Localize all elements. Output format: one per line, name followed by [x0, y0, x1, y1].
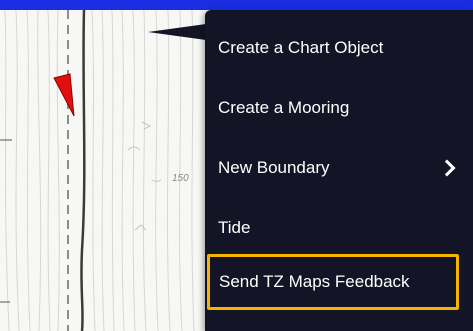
menu-item-label: Send TZ Maps Feedback: [219, 272, 410, 291]
menu-item-label: Tide: [218, 218, 251, 237]
menu-item-tide[interactable]: Tide: [205, 198, 473, 258]
boat-icon[interactable]: [50, 72, 80, 120]
menu-item-label: Create a Mooring: [218, 98, 350, 117]
top-title-bar: [0, 0, 473, 10]
chevron-right-icon: [438, 159, 456, 177]
menu-item-new-boundary[interactable]: New Boundary: [205, 138, 473, 198]
menu-item-send-feedback[interactable]: Send TZ Maps Feedback: [207, 254, 459, 310]
menu-pointer: [148, 24, 206, 40]
depth-sounding-label: 150: [172, 173, 189, 184]
menu-item-create-mooring[interactable]: Create a Mooring: [205, 78, 473, 138]
context-menu: Create a Chart Object Create a Mooring N…: [205, 10, 473, 331]
menu-item-label: Create a Chart Object: [218, 38, 384, 57]
menu-item-label: New Boundary: [218, 158, 330, 177]
menu-item-create-chart-object[interactable]: Create a Chart Object: [205, 18, 473, 78]
